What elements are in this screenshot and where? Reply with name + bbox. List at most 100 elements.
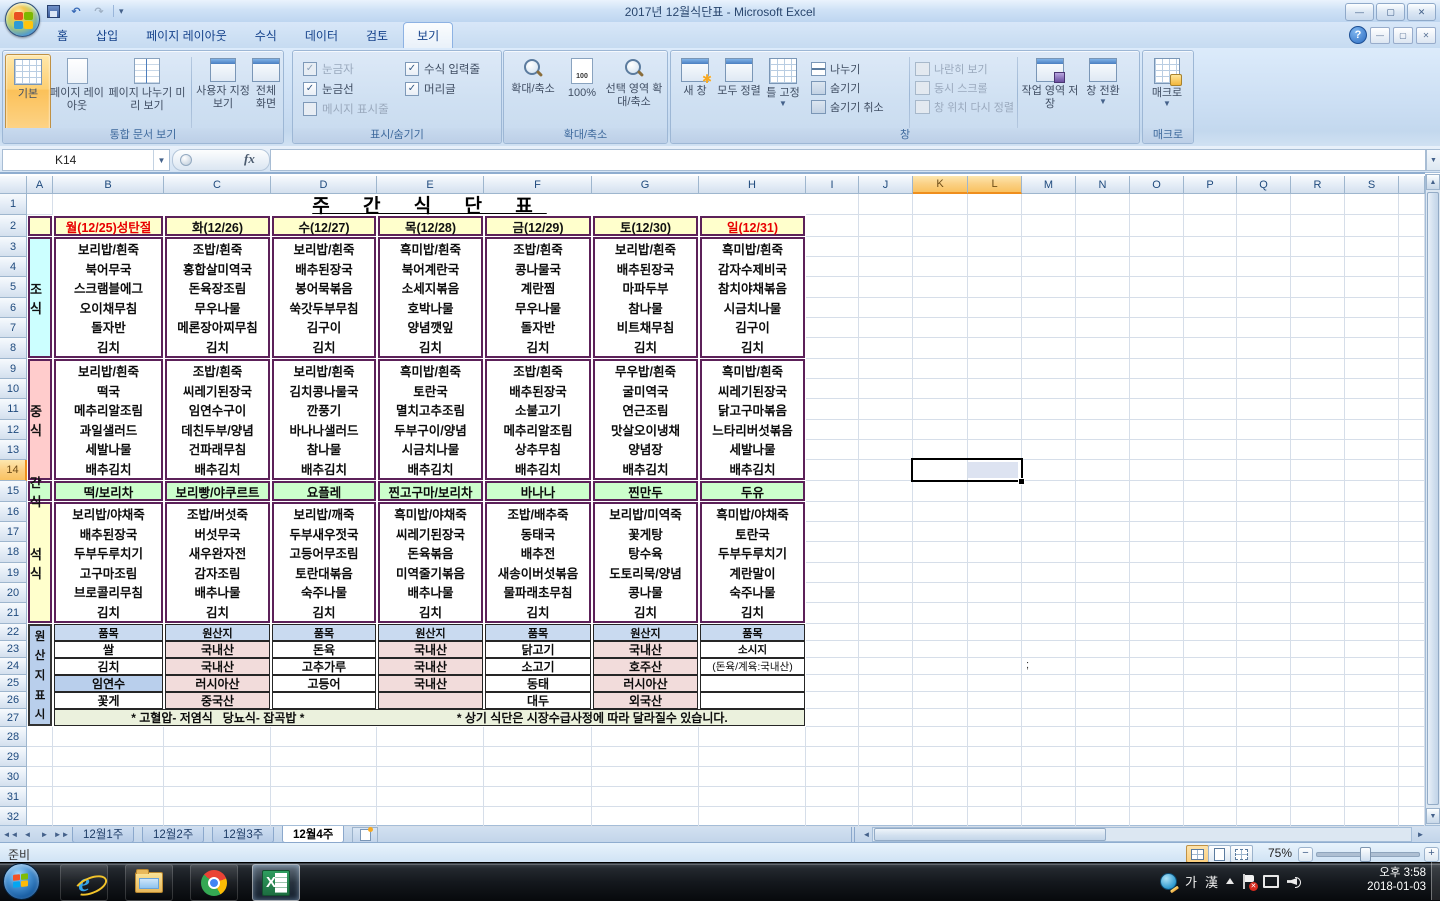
menu-cell[interactable]: 조밥/흰죽 콩나물국 계란찜 무우나물 돌자반 김치 [485, 237, 591, 358]
network-icon[interactable] [1262, 874, 1279, 888]
origin-value-cell[interactable]: 국내산 [593, 641, 698, 658]
origin-item-cell[interactable]: 꽃게 [54, 692, 163, 709]
taskbar-excel-button[interactable]: X [252, 864, 300, 901]
origin-header-cell[interactable]: 원산지 [593, 624, 698, 641]
origin-value-cell[interactable]: 외국산 [593, 692, 698, 709]
origin-header-cell[interactable]: 품목 [272, 624, 376, 641]
origin-header-cell[interactable]: 품목 [700, 624, 805, 641]
menu-cell[interactable]: 흑미밥/흰죽 씨레기된장국 닭고구마볶음 느타리버섯볶음 세발나물 배추김치 [700, 359, 805, 480]
day-header-cell[interactable]: 수(12/27) [272, 216, 376, 236]
scroll-up-icon[interactable]: ▲ [1426, 174, 1440, 190]
origin-value-cell[interactable]: 국내산 [165, 641, 270, 658]
row-header-6[interactable]: 6 [0, 298, 27, 318]
origin-item-cell[interactable] [272, 692, 376, 709]
origin-extra-cell[interactable]: 소시지 [700, 641, 805, 658]
row-header-13[interactable]: 13 [0, 440, 27, 460]
row-header-9[interactable]: 9 [0, 359, 27, 379]
row-header-19[interactable]: 19 [0, 563, 27, 583]
office-button[interactable] [5, 2, 40, 37]
checkbox-눈금자[interactable]: ✓ 눈금자 [303, 59, 389, 79]
origin-item-cell[interactable]: 닭고기 [485, 641, 591, 658]
column-header-Q[interactable]: Q [1237, 176, 1291, 194]
zoom-out-icon[interactable]: − [1298, 847, 1313, 862]
origin-item-cell[interactable]: 소고기 [485, 658, 591, 675]
ribbon-tab-페이지 레이아웃[interactable]: 페이지 레이아웃 [133, 23, 240, 48]
menu-cell[interactable]: 보리밥/흰죽 김치콩나물국 깐풍기 바나나샐러드 참나물 배추김치 [272, 359, 376, 480]
help-icon[interactable]: ? [1349, 26, 1367, 44]
row-header-23[interactable]: 23 [0, 641, 27, 658]
origin-value-cell[interactable]: 국내산 [378, 675, 483, 692]
cell-A2[interactable] [28, 216, 52, 236]
column-header-C[interactable]: C [164, 176, 271, 194]
vertical-scrollbar[interactable]: ▲ ▼ [1425, 174, 1440, 825]
page-layout-toggle[interactable] [1208, 845, 1231, 863]
column-header-L[interactable]: L [968, 176, 1022, 194]
minimize-icon[interactable]: — [1345, 3, 1374, 21]
menu-cell[interactable]: 보리밥/깨죽 두부새우젓국 고등어무조림 토란대볶음 숙주나물 김치 [272, 502, 376, 623]
horizontal-scroll-thumb[interactable] [874, 828, 1106, 841]
menu-cell[interactable]: 흑미밥/흰죽 토란국 멸치고추조림 두부구이/양념 시금치나물 배추김치 [378, 359, 483, 480]
row-header-15[interactable]: 15 [0, 481, 27, 502]
origin-item-cell[interactable]: 임연수 [54, 675, 163, 692]
row-header-2[interactable]: 2 [0, 215, 27, 237]
origin-value-cell[interactable] [378, 692, 483, 709]
switch-windows-button[interactable]: 창 전환 ▼ [1079, 54, 1127, 130]
taskbar-ie-button[interactable]: e [60, 864, 111, 901]
ribbon-tab-삽입[interactable]: 삽입 [83, 23, 131, 48]
row-header-3[interactable]: 3 [0, 237, 27, 257]
column-header-A[interactable]: A [27, 176, 53, 194]
menu-cell[interactable]: 무우밥/흰죽 굴미역국 연근조림 맛살오이냉채 양념장 배추김치 [593, 359, 698, 480]
snack-cell[interactable]: 보리빵/야쿠르트 [165, 481, 270, 501]
name-box[interactable]: K14 ▼ [2, 149, 170, 171]
taskbar-explorer-button[interactable] [125, 864, 173, 901]
header-corner[interactable] [0, 176, 27, 194]
snack-cell[interactable]: 찐만두 [593, 481, 698, 501]
last-sheet-icon[interactable]: ►► [53, 827, 70, 842]
day-header-cell[interactable]: 월(12/25)성탄절 [54, 216, 163, 236]
menu-cell[interactable]: 흑미밥/야채죽 씨레기된장국 돈육볶음 미역줄기볶음 배추나물 김치 [378, 502, 483, 623]
checkbox-수식 입력줄[interactable]: ✓ 수식 입력줄 [405, 59, 480, 79]
ime-language-icon[interactable] [1160, 872, 1177, 890]
origin-header-cell[interactable]: 원산지 [165, 624, 270, 641]
ribbon-tab-수식[interactable]: 수식 [242, 23, 290, 48]
row-header-10[interactable]: 10 [0, 379, 27, 399]
menu-cell[interactable]: 흑미밥/야채죽 토란국 두부두루치기 계란말이 숙주나물 김치 [700, 502, 805, 623]
menu-cell[interactable]: 흑미밥/흰죽 감자수제비국 참치야채볶음 시금치나물 김구이 김치 [700, 237, 805, 358]
menu-cell[interactable]: 조밥/흰죽 씨레기된장국 임연수구이 데친두부/양념 건파래무침 배추김치 [165, 359, 270, 480]
snack-cell[interactable]: 두유 [700, 481, 805, 501]
origin-item-cell[interactable]: 돈육 [272, 641, 376, 658]
column-header-P[interactable]: P [1184, 176, 1237, 194]
hscroll-right-icon[interactable]: ► [1412, 827, 1429, 842]
ime-korean-indicator[interactable]: 가 [1185, 872, 1197, 891]
column-header-G[interactable]: G [592, 176, 699, 194]
tab-split-handle[interactable] [851, 827, 857, 842]
row-header-16[interactable]: 16 [0, 502, 27, 522]
row-header-27[interactable]: 27 [0, 709, 27, 727]
new-window-button[interactable]: 새 창 [673, 54, 717, 130]
prev-sheet-icon[interactable]: ◄ [19, 827, 36, 842]
column-header-H[interactable]: H [699, 176, 806, 194]
workbook-close-icon[interactable]: ✕ [1416, 26, 1436, 44]
column-header-J[interactable]: J [859, 176, 913, 194]
menu-cell[interactable]: 보리밥/흰죽 북어무국 스크램블에그 오이채무침 돌자반 김치 [54, 237, 163, 358]
day-header-cell[interactable]: 토(12/30) [593, 216, 698, 236]
column-header-M[interactable]: M [1022, 176, 1076, 194]
arrange-all-button[interactable]: 모두 정렬 [717, 54, 761, 130]
menu-cell[interactable]: 조밥/흰죽 홍합살미역국 돈육장조림 무우나물 메론장아찌무침 김치 [165, 237, 270, 358]
workbook-restore-icon[interactable]: ▢ [1393, 26, 1413, 44]
checkbox-눈금선[interactable]: ✓ 눈금선 [303, 79, 389, 99]
column-header-B[interactable]: B [53, 176, 164, 194]
column-header-O[interactable]: O [1130, 176, 1184, 194]
row-header-5[interactable]: 5 [0, 277, 27, 298]
save-workspace-button[interactable]: 작업 영역 저장 [1021, 54, 1079, 130]
column-header-S[interactable]: S [1345, 176, 1399, 194]
page-break-toggle[interactable] [1230, 845, 1253, 863]
origin-value-cell[interactable]: 국내산 [165, 658, 270, 675]
menu-cell[interactable]: 보리밥/흰죽 배추된장국 마파두부 참나물 비트채무침 김치 [593, 237, 698, 358]
origin-item-cell[interactable]: 김치 [54, 658, 163, 675]
snack-cell[interactable]: 바나나 [485, 481, 591, 501]
taskbar-chrome-button[interactable] [190, 864, 238, 901]
custom-views-button[interactable]: 사용자 지정 보기 [195, 54, 251, 130]
row-header-22[interactable]: 22 [0, 624, 27, 641]
insert-worksheet-button[interactable] [352, 827, 378, 843]
